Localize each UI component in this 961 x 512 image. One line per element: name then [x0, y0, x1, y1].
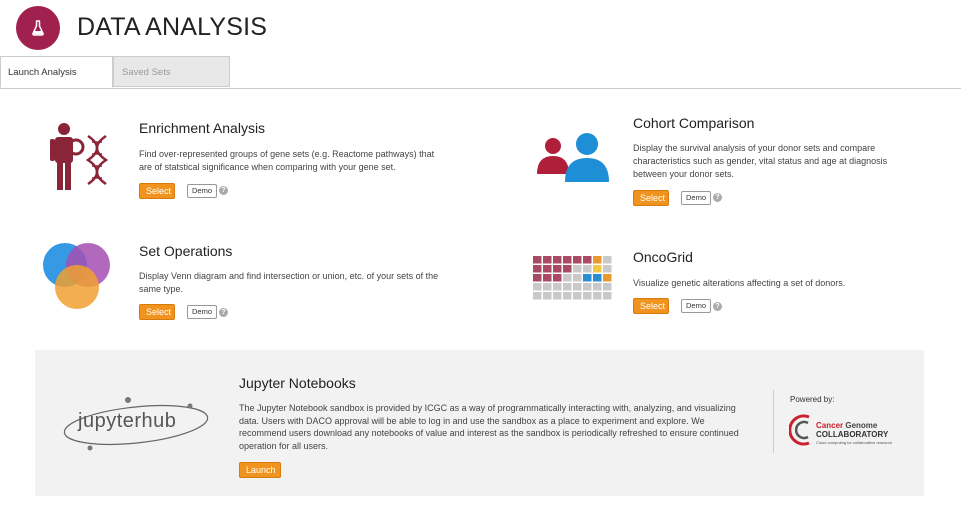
oncogrid-cell: [533, 274, 542, 282]
tab-bar: Saved Sets Launch Analysis: [0, 56, 961, 89]
oncogrid-cell: [553, 274, 562, 282]
app-logo: [16, 6, 60, 50]
enrichment-demo-button[interactable]: Demo: [187, 184, 218, 198]
oncogrid-cell: [603, 292, 612, 300]
oncogrid-cell: [563, 256, 572, 264]
oncogrid-title: OncoGrid: [633, 249, 693, 265]
oncogrid-cell: [573, 265, 582, 273]
flask-icon: [32, 20, 44, 36]
oncogrid-cell: [533, 256, 542, 264]
oncogrid-cell: [543, 256, 552, 264]
jupyter-description: The Jupyter Notebook sandbox is provided…: [239, 403, 739, 451]
oncogrid-icon: [533, 256, 612, 300]
oncogrid-cell: [543, 283, 552, 291]
oncogrid-cell: [593, 256, 602, 264]
setops-select-button[interactable]: Select: [139, 304, 175, 320]
cohort-icon: [537, 133, 609, 182]
oncogrid-cell: [593, 265, 602, 273]
oncogrid-cell: [563, 265, 572, 273]
setops-demo-button[interactable]: Demo: [187, 305, 218, 319]
enrichment-description: Find over-represented groups of gene set…: [139, 149, 435, 172]
oncogrid-cell: [603, 274, 612, 282]
jupyter-launch-button[interactable]: Launch: [239, 462, 281, 478]
oncogrid-cell: [533, 283, 542, 291]
partner-tagline: Cloud computing for collaborative resear…: [816, 440, 893, 445]
page-title: DATA ANALYSIS: [77, 13, 268, 41]
jupyterhub-logo-text: jupyterhub: [78, 410, 177, 432]
divider: [773, 390, 774, 453]
oncogrid-cell: [533, 292, 542, 300]
oncogrid-cell: [563, 283, 572, 291]
oncogrid-cell: [553, 283, 562, 291]
cohort-title: Cohort Comparison: [633, 115, 755, 131]
cohort-help-icon[interactable]: ?: [713, 193, 722, 202]
oncogrid-cell: [593, 274, 602, 282]
oncogrid-select-button[interactable]: Select: [633, 298, 669, 314]
oncogrid-cell: [593, 283, 602, 291]
partner-name: Cancer Genome: [816, 421, 877, 430]
partner-name-genome: Genome: [845, 421, 878, 430]
oncogrid-cell: [583, 292, 592, 300]
tab-saved-sets[interactable]: Saved Sets: [113, 56, 230, 87]
oncogrid-cell: [553, 265, 562, 273]
setops-description: Display Venn diagram and find intersecti…: [139, 271, 439, 294]
tab-launch-analysis[interactable]: Launch Analysis: [0, 56, 113, 88]
oncogrid-cell: [603, 256, 612, 264]
setops-title: Set Operations: [139, 243, 233, 259]
oncogrid-cell: [543, 292, 552, 300]
cohort-description: Display the survival analysis of your do…: [633, 143, 888, 179]
oncogrid-cell: [533, 265, 542, 273]
oncogrid-help-icon[interactable]: ?: [713, 302, 722, 311]
oncogrid-cell: [553, 256, 562, 264]
setops-help-icon[interactable]: ?: [219, 308, 228, 317]
collaboratory-logo-icon: [789, 414, 810, 446]
cohort-demo-button[interactable]: Demo: [681, 191, 712, 205]
oncogrid-cell: [573, 292, 582, 300]
powered-by-label: Powered by:: [790, 395, 835, 404]
oncogrid-cell: [543, 265, 552, 273]
oncogrid-cell: [563, 274, 572, 282]
enrichment-title: Enrichment Analysis: [139, 120, 266, 136]
partner-name-cancer: Cancer: [816, 421, 844, 430]
oncogrid-cell: [573, 274, 582, 282]
venn-diagram-icon: [43, 243, 110, 309]
oncogrid-description: Visualize genetic alterations affecting …: [633, 278, 846, 288]
oncogrid-cell: [583, 265, 592, 273]
enrichment-icon: [50, 123, 109, 190]
oncogrid-cell: [543, 274, 552, 282]
oncogrid-cell: [603, 265, 612, 273]
enrichment-select-button[interactable]: Select: [139, 183, 175, 199]
oncogrid-cell: [583, 274, 592, 282]
oncogrid-cell: [563, 292, 572, 300]
cohort-select-button[interactable]: Select: [633, 190, 669, 206]
partner-name-collaboratory: COLLABORATORY: [816, 430, 889, 439]
oncogrid-cell: [583, 256, 592, 264]
jupyter-title: Jupyter Notebooks: [239, 375, 356, 391]
oncogrid-demo-button[interactable]: Demo: [681, 299, 712, 313]
oncogrid-cell: [603, 283, 612, 291]
oncogrid-cell: [573, 283, 582, 291]
oncogrid-cell: [573, 256, 582, 264]
oncogrid-cell: [583, 283, 592, 291]
oncogrid-cell: [553, 292, 562, 300]
enrichment-help-icon[interactable]: ?: [219, 186, 228, 195]
oncogrid-cell: [593, 292, 602, 300]
